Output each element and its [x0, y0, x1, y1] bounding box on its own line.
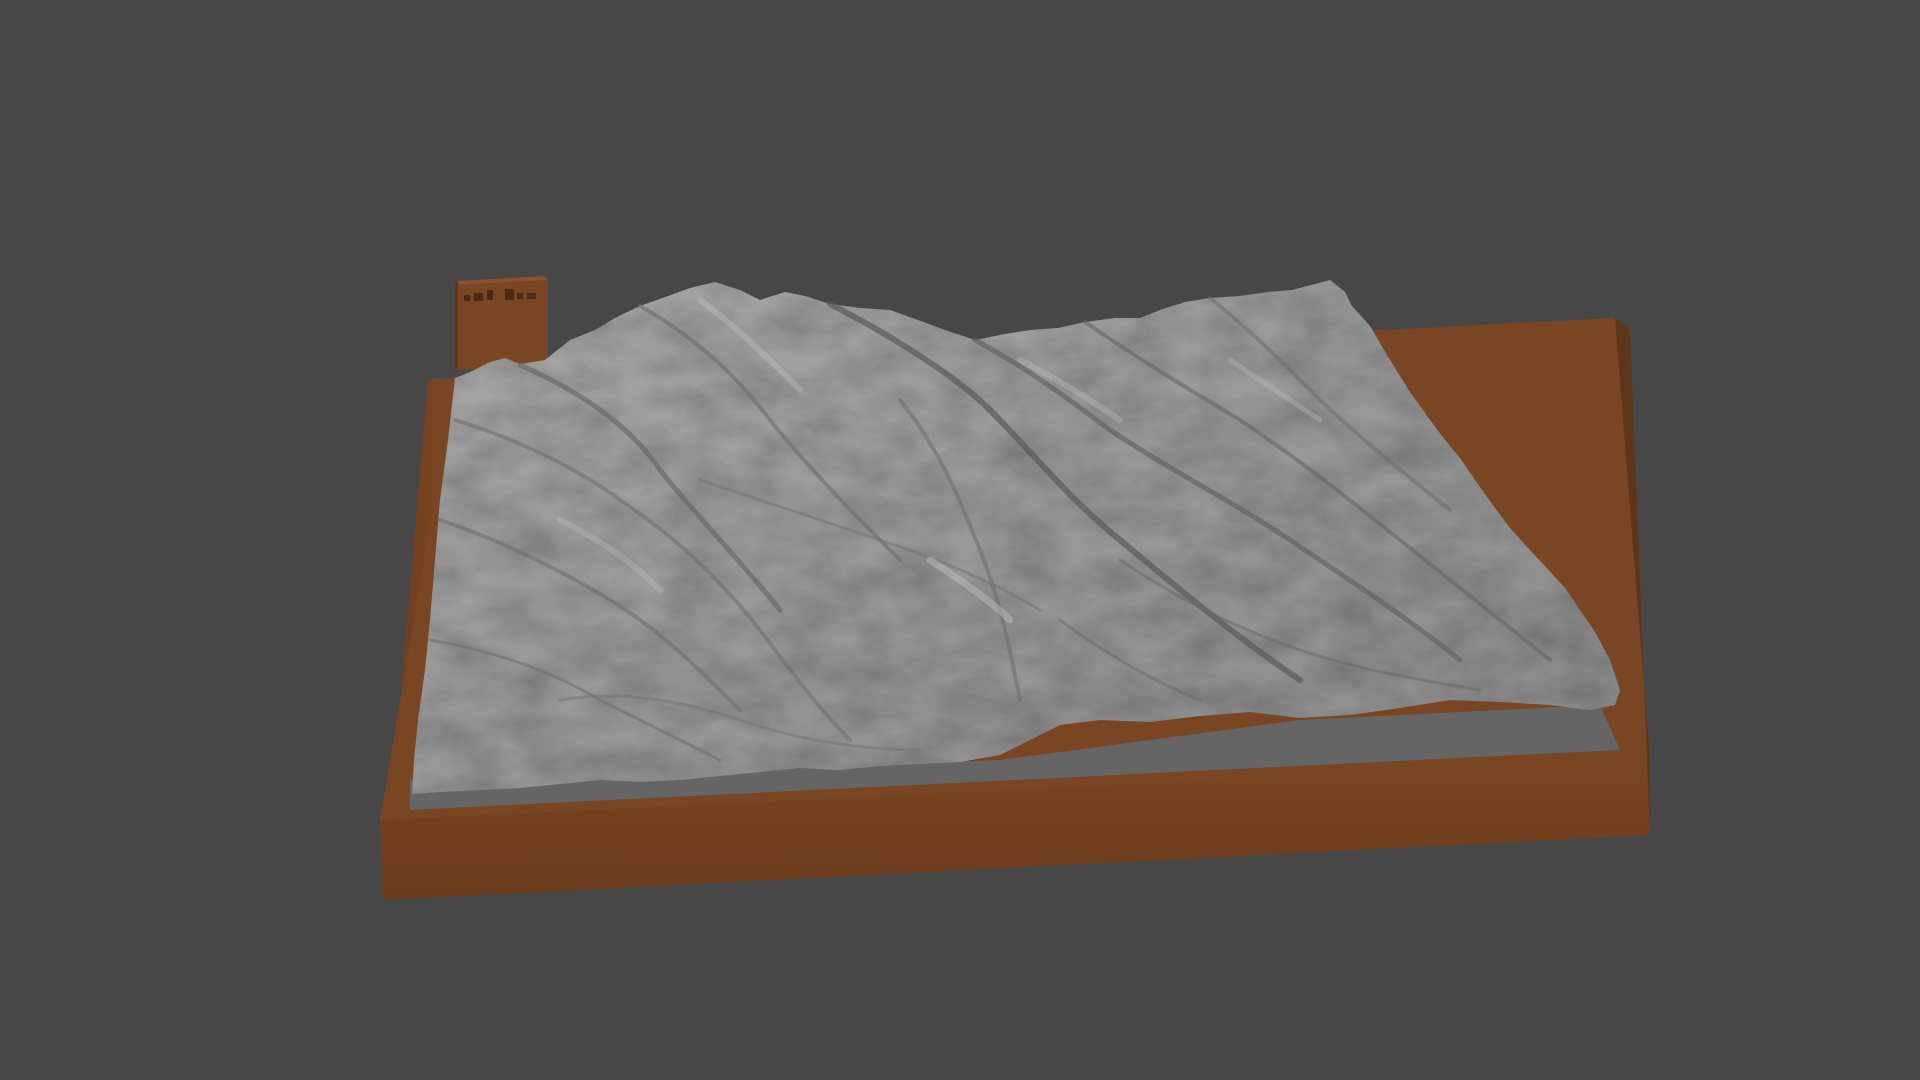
label-block — [455, 276, 548, 370]
terrain-scene[interactable] — [0, 0, 1920, 1080]
3d-viewport[interactable] — [0, 0, 1920, 1080]
